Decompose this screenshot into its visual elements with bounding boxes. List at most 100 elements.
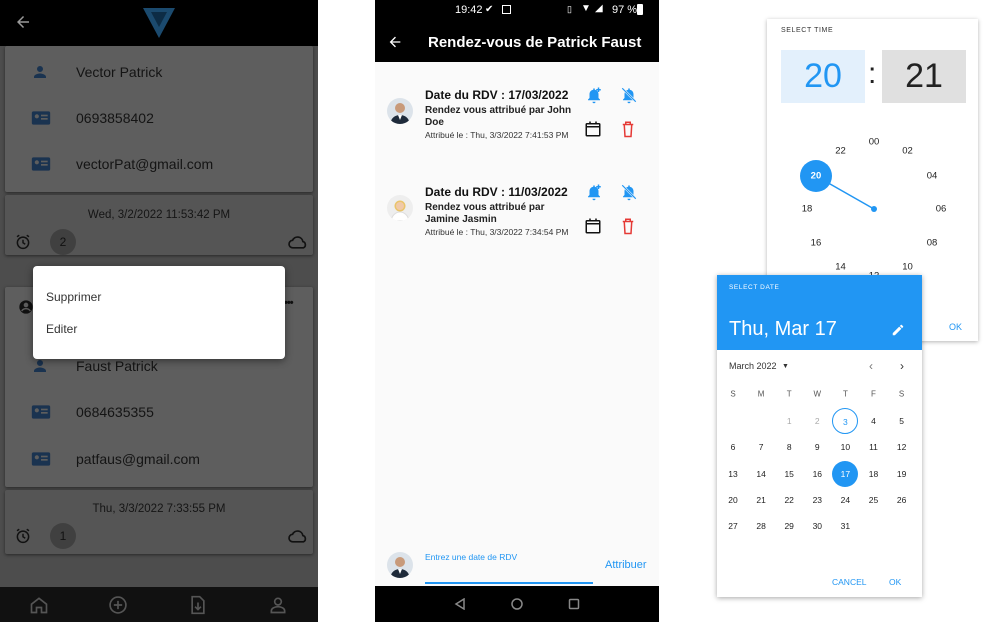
calendar-day[interactable]: 30 (804, 513, 830, 539)
contact-email: patfaus@gmail.com (76, 451, 200, 467)
clock-number[interactable]: 22 (835, 145, 846, 156)
clock-number[interactable]: 18 (802, 204, 813, 215)
calendar-day[interactable]: 17 (832, 460, 859, 487)
contact-footer: Wed, 3/2/2022 11:53:42 PM 2 (5, 195, 313, 255)
contact-card-icon (31, 109, 51, 127)
cloud-icon[interactable] (288, 529, 308, 543)
calendar-day[interactable]: 6 (720, 434, 746, 460)
edit-pencil-icon[interactable] (891, 323, 905, 337)
back-arrow-icon[interactable] (14, 13, 32, 31)
appointment-title: Date du RDV : 11/03/2022 (425, 185, 568, 199)
status-bar: 19:42 ✔ ▯ ▼ ◢ 97 % (375, 0, 659, 22)
account-circle-icon (18, 299, 34, 315)
clock-number[interactable]: 08 (927, 237, 938, 248)
calendar-day[interactable]: 31 (832, 513, 858, 539)
weekday-label: S (898, 389, 905, 399)
contact-card-icon (31, 155, 51, 173)
cancel-button[interactable]: CANCEL (832, 577, 866, 587)
calendar-day[interactable]: 29 (776, 513, 802, 539)
menu-item-delete[interactable]: Supprimer (46, 290, 101, 304)
calendar-day[interactable]: 9 (804, 434, 830, 460)
clock-number[interactable]: 02 (902, 145, 913, 156)
battery-icon (637, 4, 643, 15)
calendar-day[interactable]: 3 (832, 408, 859, 434)
back-arrow-icon[interactable] (387, 34, 403, 50)
home-icon[interactable] (29, 595, 49, 615)
appointments-list: Date du RDV : 17/03/2022 Rendez vous att… (375, 62, 659, 586)
rdv-count-badge: 2 (50, 229, 76, 255)
calendar-day[interactable]: 16 (804, 461, 830, 487)
calendar-day[interactable]: 25 (861, 487, 887, 513)
next-month-icon[interactable]: › (900, 359, 904, 373)
dropdown-arrow-icon[interactable]: ▼ (782, 363, 789, 370)
context-menu: Supprimer Editer (33, 266, 285, 359)
calendar-day[interactable]: 15 (776, 461, 802, 487)
ok-button[interactable]: OK (949, 322, 962, 332)
calendar-day[interactable]: 22 (776, 487, 802, 513)
clock-number[interactable]: 20 (811, 170, 822, 181)
calendar-icon[interactable] (584, 120, 602, 138)
calendar-day[interactable]: 13 (720, 461, 746, 487)
clock-number[interactable]: 06 (936, 204, 947, 215)
contact-phone-row: 0684635355 (5, 390, 313, 436)
assign-button[interactable]: Attribuer (605, 559, 647, 571)
contacts-screen: Vector Patrick 0693858402 vectorPat@gmai… (0, 0, 318, 622)
month-selector[interactable]: March 2022 (729, 361, 777, 371)
menu-item-edit[interactable]: Editer (46, 322, 77, 336)
notification-add-icon[interactable] (585, 86, 603, 104)
calendar-day[interactable]: 7 (748, 434, 774, 460)
calendar-day[interactable]: 11 (861, 434, 887, 460)
weekday-label: S (730, 389, 736, 399)
contact-card: Vector Patrick 0693858402 vectorPat@gmai… (5, 46, 313, 192)
calendar-day[interactable]: 19 (889, 461, 915, 487)
calendar-day[interactable]: 21 (748, 487, 774, 513)
clock-number[interactable]: 10 (902, 262, 913, 273)
date-input-field[interactable] (425, 582, 593, 584)
profile-icon[interactable] (268, 595, 288, 615)
vibrate-icon: ▯ (567, 4, 572, 14)
download-file-icon[interactable] (189, 595, 207, 615)
image-icon (502, 5, 511, 14)
bottom-navigation (0, 587, 318, 622)
delete-icon[interactable] (620, 217, 636, 235)
cloud-icon[interactable] (288, 235, 308, 249)
notifications-off-icon[interactable] (620, 86, 638, 104)
calendar-day[interactable]: 4 (861, 408, 887, 434)
add-circle-icon[interactable] (108, 595, 128, 615)
calendar-day[interactable]: 8 (776, 434, 802, 460)
calendar-day[interactable]: 27 (720, 513, 746, 539)
nav-home-icon[interactable] (511, 598, 523, 610)
calendar-day[interactable]: 18 (861, 461, 887, 487)
notifications-off-icon[interactable] (620, 183, 638, 201)
nav-recents-icon[interactable] (568, 598, 580, 610)
delete-icon[interactable] (620, 120, 636, 138)
contact-email: vectorPat@gmail.com (76, 156, 214, 172)
nav-back-icon[interactable] (454, 598, 466, 610)
date-input-label: Entrez une date de RDV (425, 552, 518, 562)
calendar-day[interactable]: 10 (832, 434, 858, 460)
calendar-day[interactable]: 5 (889, 408, 915, 434)
alarm-icon[interactable] (14, 527, 32, 545)
calendar-day[interactable]: 14 (748, 461, 774, 487)
page-title: Rendez-vous de Patrick Faust (428, 34, 642, 51)
clock-number[interactable]: 04 (927, 170, 938, 181)
appointment-title: Date du RDV : 17/03/2022 (425, 88, 569, 102)
calendar-day[interactable]: 20 (720, 487, 746, 513)
calendar-day[interactable]: 23 (804, 487, 830, 513)
alarm-icon[interactable] (14, 233, 32, 251)
more-options-icon[interactable]: ••• (284, 297, 294, 309)
clock-number[interactable]: 14 (835, 262, 846, 273)
previous-month-icon[interactable]: ‹ (869, 359, 873, 373)
contact-email-row: vectorPat@gmail.com (5, 142, 313, 188)
clock-number[interactable]: 00 (869, 137, 880, 148)
ok-button[interactable]: OK (889, 577, 901, 587)
calendar-day[interactable]: 28 (748, 513, 774, 539)
calendar-day[interactable]: 12 (889, 434, 915, 460)
appointment-item: Date du RDV : 11/03/2022 Rendez vous att… (375, 159, 659, 251)
calendar-day[interactable]: 26 (889, 487, 915, 513)
calendar-day[interactable]: 24 (832, 487, 858, 513)
notification-add-icon[interactable] (585, 183, 603, 201)
calendar-icon[interactable] (584, 217, 602, 235)
clock-number[interactable]: 16 (811, 237, 822, 248)
contact-email-row: patfaus@gmail.com (5, 437, 313, 483)
